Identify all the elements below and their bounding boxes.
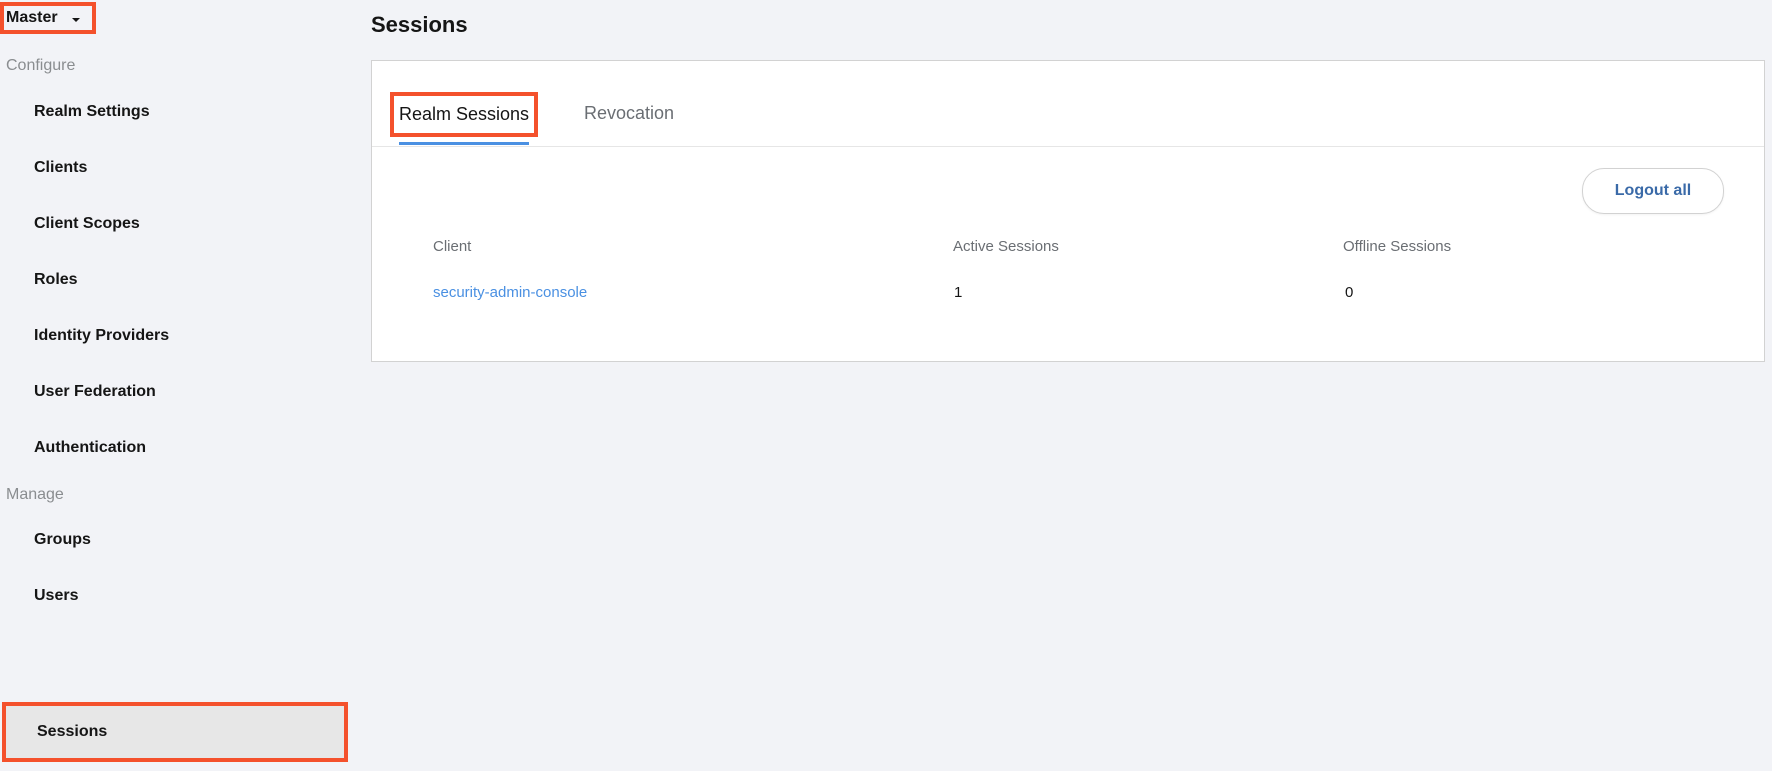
page: Master Configure Realm Settings Clients … bbox=[0, 0, 1772, 771]
tab-bar: Realm Sessions Revocation bbox=[372, 61, 1764, 147]
sidebar: Master Configure Realm Settings Clients … bbox=[0, 0, 360, 771]
sidebar-item-realm-settings[interactable]: Realm Settings bbox=[34, 103, 150, 121]
tab-realm-sessions[interactable]: Realm Sessions bbox=[390, 92, 538, 137]
sidebar-item-user-federation[interactable]: User Federation bbox=[34, 383, 156, 401]
page-title: Sessions bbox=[371, 12, 468, 37]
column-header-active-sessions: Active Sessions bbox=[953, 238, 1059, 255]
tab-revocation[interactable]: Revocation bbox=[584, 103, 674, 124]
column-header-client: Client bbox=[433, 238, 472, 255]
section-label-manage: Manage bbox=[6, 486, 64, 503]
tab-label: Realm Sessions bbox=[398, 104, 530, 124]
offline-sessions-count: 0 bbox=[1345, 284, 1354, 301]
sidebar-item-roles[interactable]: Roles bbox=[34, 271, 78, 289]
caret-down-icon bbox=[71, 18, 80, 22]
section-label-configure: Configure bbox=[6, 57, 76, 74]
sidebar-item-groups[interactable]: Groups bbox=[34, 531, 91, 549]
client-link[interactable]: security-admin-console bbox=[433, 284, 587, 301]
realm-selector[interactable]: Master bbox=[0, 2, 96, 34]
sidebar-item-sessions[interactable]: Sessions bbox=[2, 702, 348, 762]
sidebar-item-clients[interactable]: Clients bbox=[34, 159, 87, 177]
sessions-panel: Realm Sessions Revocation Logout all Cli… bbox=[371, 60, 1765, 362]
column-header-offline-sessions: Offline Sessions bbox=[1343, 238, 1452, 255]
sidebar-item-authentication[interactable]: Authentication bbox=[34, 439, 146, 457]
active-tab-indicator bbox=[399, 142, 529, 145]
sidebar-item-label: Sessions bbox=[37, 723, 108, 740]
sidebar-item-identity-providers[interactable]: Identity Providers bbox=[34, 327, 169, 345]
active-sessions-count: 1 bbox=[954, 284, 963, 301]
sidebar-item-users[interactable]: Users bbox=[34, 587, 78, 605]
sidebar-item-client-scopes[interactable]: Client Scopes bbox=[34, 215, 140, 233]
realm-name: Master bbox=[6, 9, 58, 26]
logout-all-button[interactable]: Logout all bbox=[1582, 168, 1724, 214]
